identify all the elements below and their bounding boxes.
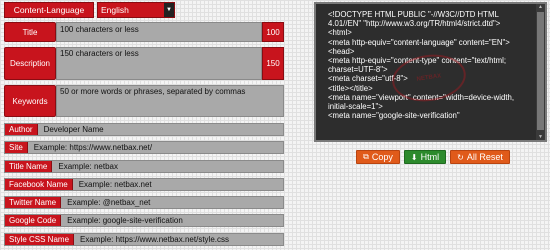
keywords-input[interactable]: 50 or more words or phrases, separated b… <box>56 85 284 117</box>
title-name-input[interactable]: Title Name Example: netbax <box>4 160 284 173</box>
copy-icon: ⧉ <box>363 152 369 161</box>
reset-button-label: All Reset <box>466 152 503 162</box>
twitter-name-input[interactable]: Twitter Name Example: @netbax_net <box>4 196 284 209</box>
title-name-label: Title Name <box>5 161 53 172</box>
language-select[interactable]: English ▼ <box>97 2 175 18</box>
description-placeholder: 150 characters or less <box>60 49 139 58</box>
copy-button[interactable]: ⧉ Copy <box>356 150 400 164</box>
scroll-up-icon[interactable]: ▲ <box>537 4 544 10</box>
style-css-value: Example: https://www.netbax.net/style.cs… <box>80 235 229 244</box>
keywords-placeholder: 50 or more words or phrases, separated b… <box>60 87 246 96</box>
title-input[interactable]: 100 characters or less <box>56 22 262 42</box>
google-code-input[interactable]: Google Code Example: google-site-verific… <box>4 214 284 227</box>
description-input[interactable]: 150 characters or less <box>56 47 262 80</box>
facebook-name-value: Example: netbax.net <box>78 180 152 189</box>
google-code-label: Google Code <box>5 215 62 226</box>
style-css-input[interactable]: Style CSS Name Example: https://www.netb… <box>4 233 284 246</box>
download-icon: ⬇ <box>410 152 418 162</box>
title-name-value: Example: netbax <box>58 162 118 171</box>
style-css-label: Style CSS Name <box>5 234 75 245</box>
facebook-name-input[interactable]: Facebook Name Example: netbax.net <box>4 178 284 191</box>
reset-icon: ↻ <box>457 152 464 162</box>
scroll-down-icon[interactable]: ▼ <box>537 134 544 140</box>
google-code-value: Example: google-site-verification <box>67 216 183 225</box>
facebook-name-label: Facebook Name <box>5 179 73 190</box>
description-label: Description <box>4 47 56 80</box>
description-counter: 150 <box>262 47 284 80</box>
keywords-label: Keywords <box>4 85 56 117</box>
all-reset-button[interactable]: ↻ All Reset <box>450 150 510 164</box>
site-value: Example: https://www.netbax.net/ <box>33 143 153 152</box>
copy-button-label: Copy <box>371 152 393 162</box>
title-label: Title <box>4 22 56 42</box>
language-selected-value: English <box>101 5 129 15</box>
twitter-name-label: Twitter Name <box>5 197 62 208</box>
code-scrollbar[interactable]: ▲ ▼ <box>536 4 545 140</box>
site-input[interactable]: Site Example: https://www.netbax.net/ <box>4 141 284 154</box>
chevron-down-icon: ▼ <box>164 3 174 17</box>
content-language-label: Content-Language <box>4 2 94 18</box>
author-value: Developer Name <box>43 125 104 134</box>
title-counter: 100 <box>262 22 284 42</box>
scroll-thumb[interactable] <box>537 12 544 130</box>
title-placeholder: 100 characters or less <box>60 25 139 34</box>
site-label: Site <box>5 142 28 153</box>
author-label: Author <box>5 124 38 135</box>
twitter-name-value: Example: @netbax_net <box>67 198 151 207</box>
html-download-button[interactable]: ⬇ Html <box>404 150 446 164</box>
html-button-label: Html <box>420 152 440 162</box>
author-input[interactable]: Author Developer Name <box>4 123 284 136</box>
